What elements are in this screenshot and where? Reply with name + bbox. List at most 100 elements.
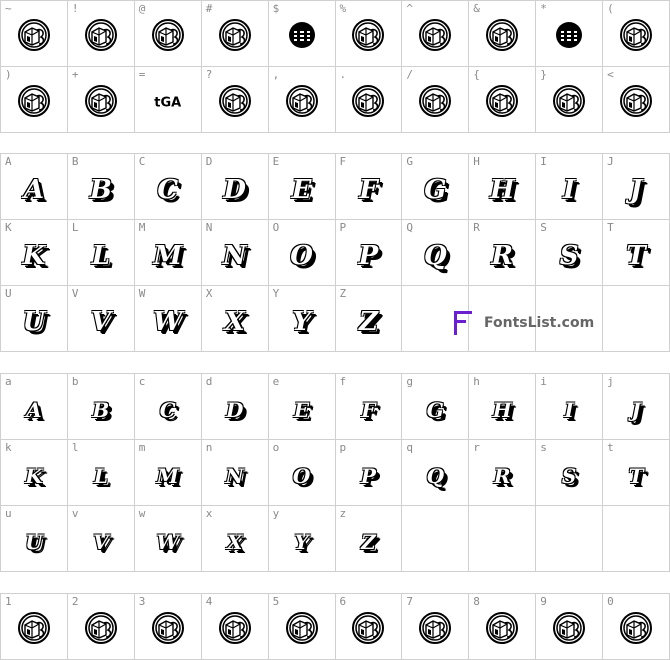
glyph-preview-letter: U	[25, 529, 43, 554]
circle-emblem-icon	[17, 18, 50, 51]
glyph-cell: BB	[67, 154, 135, 220]
glyph-cell: tT	[603, 440, 670, 506]
glyph-cell: 8	[469, 594, 537, 660]
glyph-cell: ^	[402, 1, 470, 67]
glyph-cell-label: t	[607, 441, 614, 454]
glyph-preview	[552, 84, 586, 122]
circle-emblem-icon	[84, 611, 117, 644]
glyph-preview	[418, 84, 452, 122]
glyph-cell: RR	[469, 220, 537, 286]
glyph-preview-letter: D	[225, 397, 244, 422]
glyph-cell-label: Y	[272, 287, 280, 300]
glyph-cell: HH	[469, 154, 537, 220]
glyph-preview-letter: B	[92, 397, 110, 422]
glyph-cell: jJ	[603, 374, 670, 440]
glyph-preview-letter: R	[491, 240, 514, 271]
glyph-cell: ,	[268, 67, 336, 133]
glyph-cell: *	[536, 1, 604, 67]
glyph-cell: AA	[1, 154, 68, 220]
glyph-cell: FF	[335, 154, 403, 220]
circle-emblem-icon	[218, 18, 251, 51]
glyph-cell	[603, 286, 670, 352]
glyph-preview-letter: L	[93, 463, 108, 488]
glyph-cell-label: r	[473, 441, 480, 454]
glyph-preview-letter: P	[358, 240, 379, 271]
glyph-cell: vV	[67, 506, 135, 572]
glyph-cell: rR	[469, 440, 537, 506]
glyph-preview-letter: X	[226, 529, 243, 554]
glyph-preview	[285, 18, 319, 56]
glyph-preview-letter: S	[561, 463, 577, 488]
glyph-cell-label: Z	[339, 287, 347, 300]
glyph-preview-letter: C	[159, 397, 176, 422]
circle-emblem-icon	[84, 84, 117, 117]
glyph-preview	[218, 18, 252, 56]
glyph-cell-label: F	[339, 155, 347, 168]
glyph-cell-label: O	[272, 221, 280, 234]
glyph-cell: SS	[536, 220, 604, 286]
glyph-preview-letter: T	[628, 463, 644, 488]
glyph-preview-letter: C	[157, 174, 179, 205]
glyph-preview-letter: I	[563, 174, 576, 205]
glyph-preview-letter: Z	[358, 306, 378, 337]
glyph-preview	[351, 18, 385, 56]
glyph-cell: EE	[268, 154, 336, 220]
glyph-cell: uU	[1, 506, 68, 572]
glyph-cell: DD	[201, 154, 269, 220]
glyph-preview-letter: D	[223, 174, 246, 205]
fontslist-watermark: FontsList.com	[452, 310, 594, 336]
circle-emblem-icon	[553, 84, 586, 117]
circle-emblem-icon	[620, 18, 653, 51]
glyph-cell: ?	[201, 67, 269, 133]
glyph-cell-label: L	[71, 221, 79, 234]
glyph-cell-label: f	[339, 375, 347, 388]
glyph-cell-label: $	[272, 2, 280, 15]
glyph-cell	[536, 506, 604, 572]
circle-emblem-icon	[486, 611, 519, 644]
circle-emblem-icon	[486, 18, 519, 51]
glyph-cell	[469, 506, 537, 572]
glyph-preview-letter: N	[222, 240, 247, 271]
glyph-cell-label: @	[138, 2, 146, 15]
glyph-cell: }	[536, 67, 604, 133]
symbols-grid: ~! @ # $% ^ & * () + = tGA?,. / {} <	[0, 0, 670, 133]
glyph-preview	[485, 84, 519, 122]
glyph-cell-label: {	[473, 68, 480, 81]
glyph-cell-label: A	[5, 155, 12, 168]
glyph-cell: VV	[67, 286, 135, 352]
glyph-cell: zZ	[335, 506, 403, 572]
glyph-cell: wW	[134, 506, 202, 572]
dark-emblem-icon	[288, 21, 315, 48]
glyph-preview	[485, 18, 519, 56]
glyph-cell: 4	[201, 594, 269, 660]
circle-emblem-icon	[352, 18, 385, 51]
glyph-cell: sS	[536, 440, 604, 506]
glyph-cell-label: ^	[406, 2, 414, 15]
glyph-cell-label: .	[339, 68, 347, 81]
glyph-cell-label: Q	[406, 221, 414, 234]
glyph-cell-label: /	[406, 68, 414, 81]
glyph-preview	[17, 18, 51, 56]
glyph-cell: )	[1, 67, 68, 133]
glyph-cell: CC	[134, 154, 202, 220]
circle-emblem-icon	[620, 611, 653, 644]
glyph-preview-text: tGA	[154, 95, 182, 111]
circle-emblem-icon	[419, 18, 452, 51]
glyph-cell-label: v	[71, 507, 79, 520]
glyph-cell-label: m	[138, 441, 146, 454]
glyph-cell: #	[201, 1, 269, 67]
glyph-preview-letter: Y	[292, 306, 311, 337]
glyph-preview	[84, 84, 118, 122]
glyph-cell: 7	[402, 594, 470, 660]
glyph-cell-label: U	[5, 287, 12, 300]
circle-emblem-icon	[419, 84, 452, 117]
circle-emblem-icon	[486, 84, 519, 117]
digits-grid: 1 2 3 4 5 6 7 8 9 0	[0, 593, 670, 660]
glyph-preview-letter: O	[292, 463, 311, 488]
lowercase-grid: aAbBcCdDeEfFgGhHiIjJkKlLmMnNoOpPqQrRsStT…	[0, 373, 670, 572]
glyph-preview-letter: O	[290, 240, 313, 271]
glyph-cell: QQ	[402, 220, 470, 286]
glyph-preview	[218, 84, 252, 122]
glyph-cell: OO	[268, 220, 336, 286]
glyph-cell: KK	[1, 220, 68, 286]
